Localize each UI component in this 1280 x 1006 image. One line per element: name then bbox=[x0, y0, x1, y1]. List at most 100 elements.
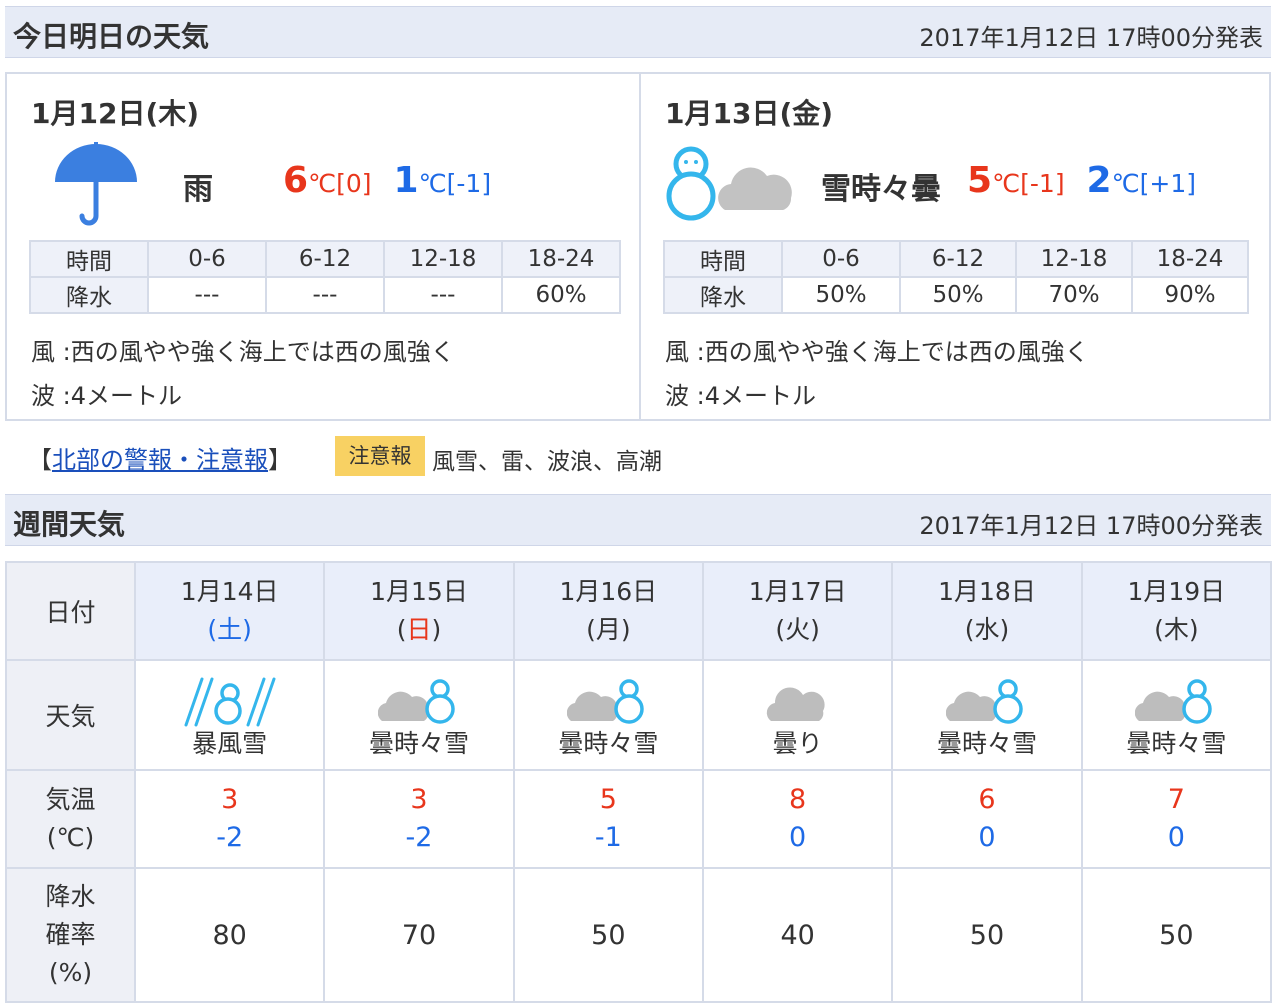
week-high: 5 bbox=[599, 784, 617, 815]
week-low: 0 bbox=[978, 822, 996, 853]
cloud-snowman-icon bbox=[1135, 679, 1213, 724]
week-weather-cell: 曇時々雪 bbox=[1080, 659, 1273, 771]
week-date: 1月16日 bbox=[559, 577, 658, 606]
week-pop-cell: 80 bbox=[133, 867, 326, 1003]
temp-unit: ℃ bbox=[1111, 169, 1140, 198]
day-panel-today: 1月12日(木) 雨 6℃[0] 1℃[-1] 時間 0-6 6-12 12-1… bbox=[7, 74, 641, 419]
precip-header-cell: 6-12 bbox=[265, 240, 385, 278]
cloud-snowman-icon bbox=[567, 679, 645, 724]
week-temp-cell: 80 bbox=[701, 769, 894, 869]
week-weather-cell: 曇時々雪 bbox=[323, 659, 515, 771]
week-high: 8 bbox=[789, 784, 807, 815]
precip-table: 時間 0-6 6-12 12-18 18-24 降水 --- --- --- 6… bbox=[29, 240, 621, 314]
week-temp-cell: 5 -1 bbox=[512, 769, 704, 869]
week-dow: (月) bbox=[586, 615, 631, 644]
cloud-icon bbox=[766, 687, 825, 721]
week-header: 週間天気 2017年1月12日 17時00分発表 bbox=[5, 494, 1271, 546]
today-header: 今日明日の天気 2017年1月12日 17時00分発表 bbox=[5, 6, 1271, 58]
row-label-temp-unit: (℃) bbox=[46, 823, 95, 852]
low-temp-diff: [-1] bbox=[446, 169, 492, 198]
week-low: -2 bbox=[216, 822, 244, 853]
day-temps: 6℃[0] 1℃[-1] bbox=[283, 160, 491, 201]
week-temp-cell: 3 -2 bbox=[133, 769, 326, 869]
day-temps: 5℃[-1] 2℃[+1] bbox=[967, 160, 1196, 201]
day-weather-text: 雪時々曇 bbox=[821, 172, 941, 207]
week-high: 7 bbox=[1167, 784, 1185, 815]
week-dow: (火) bbox=[775, 615, 820, 644]
precip-value-cell: --- bbox=[147, 276, 267, 314]
week-temp-cell: 3 -2 bbox=[323, 769, 515, 869]
week-pop-cell: 70 bbox=[323, 867, 515, 1003]
week-date-cell: 1月14日 (土) bbox=[133, 561, 326, 661]
advisory-items: 風雪、雷、波浪、高潮 bbox=[432, 449, 662, 475]
day-date: 1月13日(金) bbox=[665, 97, 834, 130]
high-temp-diff: [-1] bbox=[1020, 169, 1065, 198]
precip-header-cell: 6-12 bbox=[899, 240, 1017, 278]
precip-header-cell: 18-24 bbox=[501, 240, 621, 278]
bracket-open: 【 bbox=[28, 446, 52, 474]
row-label-precip-unit: (%) bbox=[48, 958, 93, 987]
cloud-snowman-icon bbox=[945, 679, 1023, 724]
week-date-cell: 1月17日 (火) bbox=[701, 561, 894, 661]
temp-unit: ℃ bbox=[992, 169, 1021, 198]
precip-value-cell: 50% bbox=[899, 276, 1017, 314]
week-low: -1 bbox=[594, 822, 622, 853]
row-label-temp: 気温 (℃) bbox=[5, 769, 136, 869]
precip-value-cell: --- bbox=[383, 276, 503, 314]
warning-link[interactable]: 北部の警報・注意報 bbox=[52, 446, 268, 474]
today-header-title: 今日明日の天気 bbox=[13, 20, 210, 53]
week-high: 3 bbox=[221, 784, 239, 815]
week-weather-text: 曇り bbox=[772, 729, 823, 758]
week-temp-cell: 70 bbox=[1080, 769, 1273, 869]
wave-text: 波 :4メートル bbox=[665, 382, 816, 410]
row-label-precip-line: 確率 bbox=[45, 920, 96, 949]
precip-label-cell: 降水 bbox=[663, 276, 783, 314]
precip-value-cell: --- bbox=[265, 276, 385, 314]
high-temp: 6 bbox=[283, 160, 309, 201]
week-pop-cell: 50 bbox=[1080, 867, 1273, 1003]
precip-table: 時間 0-6 6-12 12-18 18-24 降水 50% 50% 70% 9… bbox=[663, 240, 1249, 314]
day-date: 1月12日(木) bbox=[31, 97, 200, 130]
precip-header-cell: 時間 bbox=[29, 240, 149, 278]
warning-line: 【北部の警報・注意報】 bbox=[28, 440, 292, 475]
row-label-precip: 降水 確率 (%) bbox=[5, 867, 136, 1003]
week-date: 1月15日 bbox=[370, 577, 468, 606]
week-high: 6 bbox=[978, 784, 996, 815]
cloud-snowman-icon bbox=[377, 679, 455, 724]
row-label-date: 日付 bbox=[5, 561, 136, 661]
week-dow: (水) bbox=[964, 615, 1010, 644]
week-temp-cell: 60 bbox=[891, 769, 1083, 869]
day-panel-tomorrow: 1月13日(金) 雪時々曇 5℃[-1] 2℃[+1] 時間 0-6 6-12 … bbox=[641, 74, 1271, 419]
low-temp-diff: [+1] bbox=[1139, 169, 1197, 198]
bracket-close: 】 bbox=[268, 446, 292, 474]
precip-header-cell: 時間 bbox=[663, 240, 783, 278]
wind-text: 風 :西の風やや強く海上では西の風強く bbox=[665, 338, 1089, 366]
precip-header-cell: 18-24 bbox=[1131, 240, 1249, 278]
low-temp: 2 bbox=[1086, 160, 1112, 201]
row-label-weather: 天気 bbox=[5, 659, 136, 771]
umbrella-rain-icon bbox=[55, 142, 137, 226]
week-weather-cell: 暴風雪 bbox=[133, 659, 326, 771]
high-temp: 5 bbox=[967, 160, 993, 201]
week-pop-cell: 40 bbox=[701, 867, 894, 1003]
week-dow: (土) bbox=[207, 615, 252, 644]
precip-value-cell: 50% bbox=[781, 276, 901, 314]
week-header-issued: 2017年1月12日 17時00分発表 bbox=[919, 512, 1263, 540]
week-date-cell: 1月18日 (水) bbox=[891, 561, 1083, 661]
row-label-temp-line: 気温 bbox=[45, 785, 96, 814]
week-weather-text: 曇時々雪 bbox=[936, 729, 1037, 758]
week-weather-text: 暴風雪 bbox=[192, 729, 268, 758]
precip-header-cell: 12-18 bbox=[383, 240, 503, 278]
week-weather-text: 曇時々雪 bbox=[558, 729, 659, 758]
week-weather-text: 曇時々雪 bbox=[368, 729, 469, 758]
precip-header-cell: 0-6 bbox=[147, 240, 267, 278]
week-date: 1月17日 bbox=[748, 577, 847, 606]
precip-label-cell: 降水 bbox=[29, 276, 149, 314]
week-date-cell: 1月15日 (日) bbox=[323, 561, 515, 661]
week-header-title: 週間天気 bbox=[13, 508, 126, 541]
wave-text: 波 :4メートル bbox=[31, 382, 182, 410]
low-temp: 1 bbox=[393, 160, 419, 201]
precip-value-cell: 60% bbox=[501, 276, 621, 314]
snowman-cloud-icon bbox=[666, 146, 792, 221]
week-weather-text: 曇時々雪 bbox=[1126, 729, 1227, 758]
